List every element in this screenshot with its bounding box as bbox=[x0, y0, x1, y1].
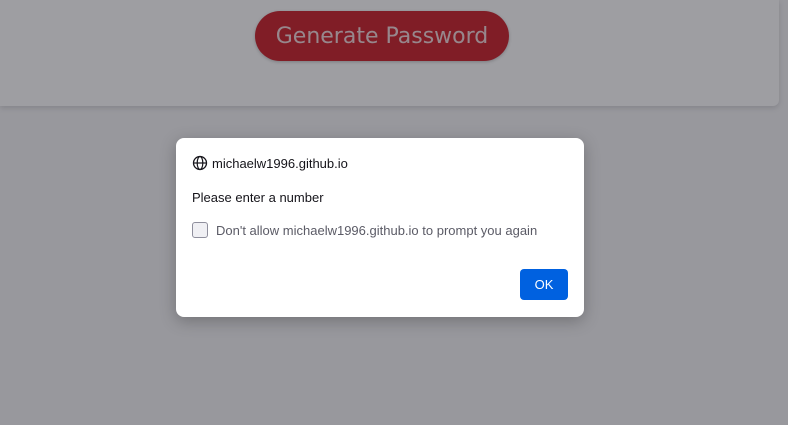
ok-button[interactable]: OK bbox=[520, 269, 568, 300]
page: Generate Password michaelw1996.github.io… bbox=[0, 0, 788, 425]
suppress-prompts-label[interactable]: Don't allow michaelw1996.github.io to pr… bbox=[216, 223, 537, 238]
dialog-origin-row: michaelw1996.github.io bbox=[192, 154, 348, 172]
dialog-message: Please enter a number bbox=[192, 190, 324, 205]
suppress-prompts-row[interactable]: Don't allow michaelw1996.github.io to pr… bbox=[192, 221, 537, 239]
dialog-origin: michaelw1996.github.io bbox=[212, 155, 348, 171]
suppress-prompts-checkbox[interactable] bbox=[192, 222, 208, 238]
prompt-dialog: michaelw1996.github.io Please enter a nu… bbox=[176, 138, 584, 317]
globe-icon bbox=[192, 155, 208, 171]
